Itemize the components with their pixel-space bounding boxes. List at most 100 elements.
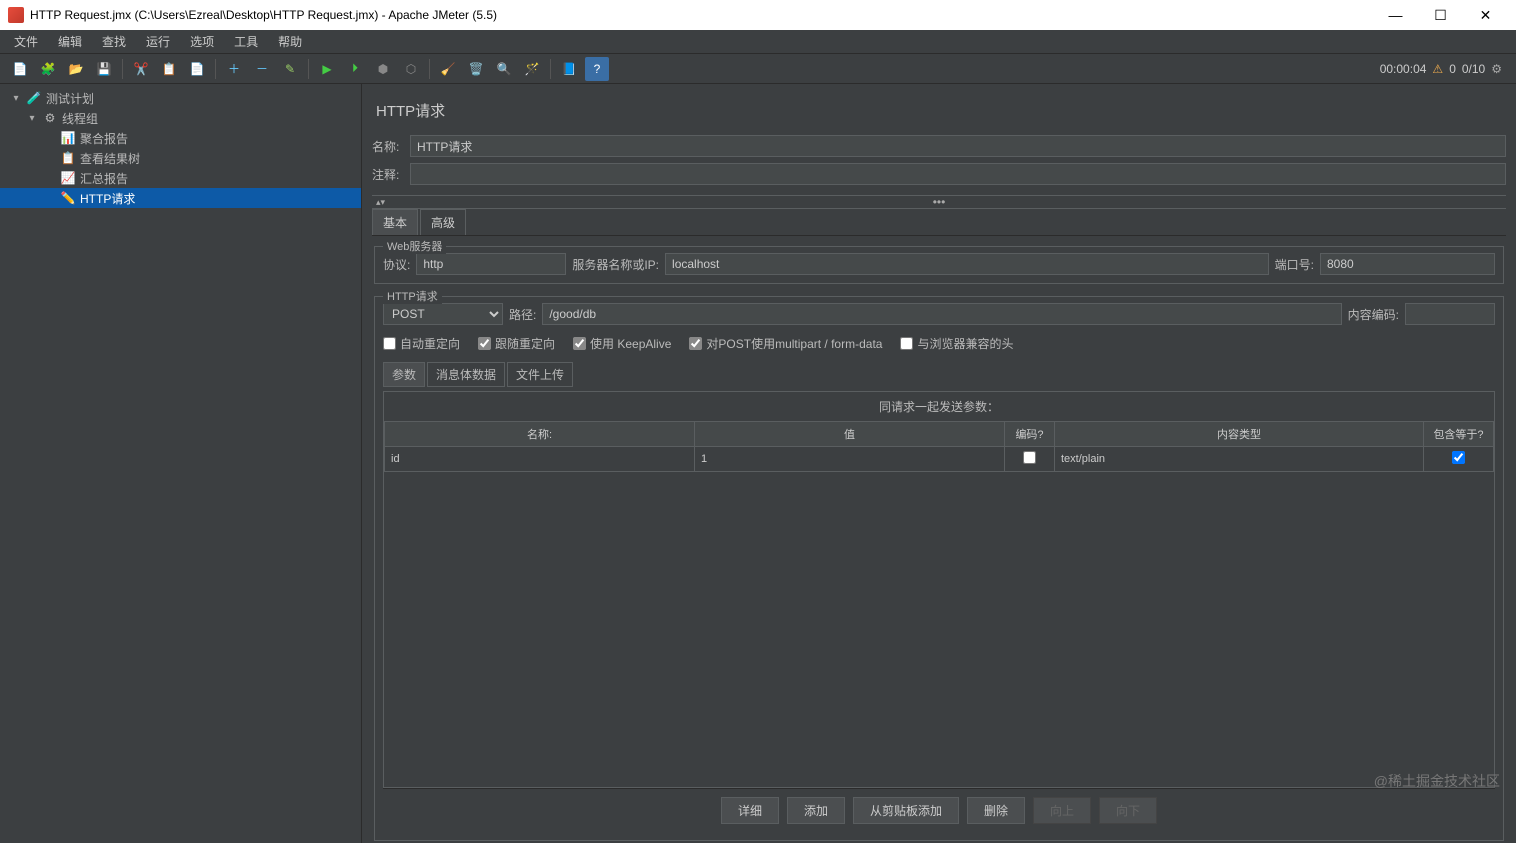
copy-icon[interactable]: 📋: [157, 57, 181, 81]
paste-icon[interactable]: 📄: [185, 57, 209, 81]
new-icon[interactable]: 📄: [8, 57, 32, 81]
shutdown-icon[interactable]: ⬡: [399, 57, 423, 81]
tab-basic[interactable]: 基本: [372, 209, 418, 235]
tab-advanced[interactable]: 高级: [420, 209, 466, 235]
table-row[interactable]: id 1 text/plain: [385, 447, 1494, 472]
menu-edit[interactable]: 编辑: [48, 31, 92, 52]
collapse-handle[interactable]: ▴▾•••: [372, 195, 1506, 209]
from-clipboard-button[interactable]: 从剪贴板添加: [853, 797, 959, 824]
encoding-input[interactable]: [1405, 303, 1495, 325]
cell-value[interactable]: 1: [695, 447, 1005, 472]
elapsed-time: 00:00:04: [1380, 62, 1427, 76]
col-name: 名称:: [385, 422, 695, 447]
templates-icon[interactable]: 🧩: [36, 57, 60, 81]
tree-label: 聚合报告: [80, 130, 128, 147]
app-icon: [8, 7, 24, 23]
browser-headers-checkbox[interactable]: [900, 337, 913, 350]
menu-options[interactable]: 选项: [180, 31, 224, 52]
tree-label: 汇总报告: [80, 170, 128, 187]
cut-icon[interactable]: ✂️: [129, 57, 153, 81]
add-button[interactable]: 添加: [787, 797, 845, 824]
content-panel: HTTP请求 名称: 注释: ▴▾••• 基本 高级 Web服务器 协议: 服务…: [362, 84, 1516, 843]
start-no-pause-icon[interactable]: ⏵: [343, 57, 367, 81]
port-label: 端口号:: [1275, 256, 1314, 273]
tree-thread-group[interactable]: ▾ ⚙ 线程组: [0, 108, 361, 128]
comment-input[interactable]: [410, 163, 1506, 185]
watermark: @稀土掘金技术社区: [1374, 771, 1500, 791]
expand-icon[interactable]: ＋: [222, 57, 246, 81]
toolbar: 📄 🧩 📂 💾 ✂️ 📋 📄 ＋ － ✎ ▶ ⏵ ⬢ ⬡ 🧹 🗑️ 🔍 🪄 📘 …: [0, 54, 1516, 84]
clear-icon[interactable]: 🧹: [436, 57, 460, 81]
name-label: 名称:: [372, 138, 410, 155]
warning-icon[interactable]: ⚠: [1432, 62, 1443, 76]
tree-label: 线程组: [62, 110, 98, 127]
subtab-body[interactable]: 消息体数据: [427, 362, 505, 387]
menu-search[interactable]: 查找: [92, 31, 136, 52]
method-select[interactable]: POST: [383, 303, 503, 325]
chevron-down-icon[interactable]: ▾: [26, 113, 38, 124]
tree-item[interactable]: 📈 汇总报告: [0, 168, 361, 188]
path-label: 路径:: [509, 306, 536, 323]
clear-all-icon[interactable]: 🗑️: [464, 57, 488, 81]
tree-label: 查看结果树: [80, 150, 140, 167]
tree-item-http-request[interactable]: ✏️ HTTP请求: [0, 188, 361, 208]
follow-redirect-checkbox[interactable]: [478, 337, 491, 350]
menu-run[interactable]: 运行: [136, 31, 180, 52]
cell-ctype[interactable]: text/plain: [1055, 447, 1424, 472]
param-buttons: 详细 添加 从剪贴板添加 删除 向上 向下: [383, 788, 1495, 832]
col-value: 值: [695, 422, 1005, 447]
auto-redirect-checkbox[interactable]: [383, 337, 396, 350]
web-server-group: Web服务器 协议: 服务器名称或IP: 端口号:: [374, 246, 1504, 284]
keepalive-checkbox[interactable]: [573, 337, 586, 350]
cell-include-checkbox[interactable]: [1452, 451, 1465, 464]
col-encode: 编码?: [1005, 422, 1055, 447]
detail-button[interactable]: 详细: [721, 797, 779, 824]
open-icon[interactable]: 📂: [64, 57, 88, 81]
multipart-checkbox[interactable]: [689, 337, 702, 350]
down-button[interactable]: 向下: [1099, 797, 1157, 824]
cell-name[interactable]: id: [385, 447, 695, 472]
http-request-legend: HTTP请求: [383, 288, 442, 304]
close-button[interactable]: ✕: [1463, 1, 1508, 29]
path-input[interactable]: [542, 303, 1341, 325]
toggle-icon[interactable]: ✎: [278, 57, 302, 81]
name-input[interactable]: [410, 135, 1506, 157]
tree-item[interactable]: 📋 查看结果树: [0, 148, 361, 168]
collapse-icon[interactable]: －: [250, 57, 274, 81]
subtab-params[interactable]: 参数: [383, 362, 425, 387]
menu-bar: 文件 编辑 查找 运行 选项 工具 帮助: [0, 30, 1516, 54]
stop-icon[interactable]: ⬢: [371, 57, 395, 81]
start-icon[interactable]: ▶: [315, 57, 339, 81]
menu-tools[interactable]: 工具: [224, 31, 268, 52]
subtab-files[interactable]: 文件上传: [507, 362, 573, 387]
chevron-down-icon[interactable]: ▾: [10, 93, 22, 104]
thread-count: 0/10: [1462, 62, 1485, 76]
params-table[interactable]: 名称: 值 编码? 内容类型 包含等于? id 1 text/plain: [384, 421, 1494, 472]
web-server-legend: Web服务器: [383, 238, 446, 254]
search-icon[interactable]: 🔍: [492, 57, 516, 81]
save-icon[interactable]: 💾: [92, 57, 116, 81]
what-icon[interactable]: ?: [585, 57, 609, 81]
tree-test-plan[interactable]: ▾ 🧪 测试计划: [0, 88, 361, 108]
help-icon[interactable]: 📘: [557, 57, 581, 81]
maximize-button[interactable]: ☐: [1418, 1, 1463, 29]
tree-item[interactable]: 📊 聚合报告: [0, 128, 361, 148]
up-button[interactable]: 向上: [1033, 797, 1091, 824]
delete-button[interactable]: 删除: [967, 797, 1025, 824]
tree-list-icon: 📋: [60, 150, 76, 166]
report-icon: 📊: [60, 130, 76, 146]
status-area: 00:00:04 ⚠ 0 0/10 ⚙: [1380, 62, 1502, 76]
tree-label: 测试计划: [46, 90, 94, 107]
host-input[interactable]: [665, 253, 1269, 275]
menu-file[interactable]: 文件: [4, 31, 48, 52]
http-request-group: HTTP请求 POST 路径: 内容编码: 自动重定向 跟随重定向 使用 Kee…: [374, 296, 1504, 841]
encoding-label: 内容编码:: [1348, 306, 1399, 323]
param-table-caption: 同请求一起发送参数：: [383, 391, 1495, 421]
function-helper-icon[interactable]: 🪄: [520, 57, 544, 81]
cell-encode-checkbox[interactable]: [1023, 451, 1036, 464]
port-input[interactable]: [1320, 253, 1495, 275]
protocol-input[interactable]: [416, 253, 566, 275]
gear-icon[interactable]: ⚙: [1491, 62, 1502, 76]
minimize-button[interactable]: —: [1373, 1, 1418, 29]
menu-help[interactable]: 帮助: [268, 31, 312, 52]
